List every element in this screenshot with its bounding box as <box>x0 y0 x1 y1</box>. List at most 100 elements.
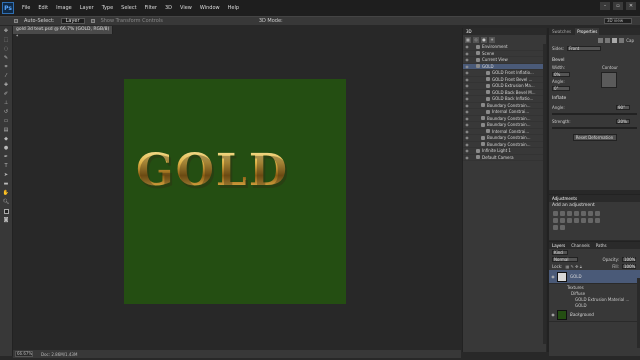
strength-field[interactable]: 20% <box>616 118 630 124</box>
tab-properties[interactable]: Properties <box>575 28 600 35</box>
type-tool-icon[interactable]: T <box>2 162 11 170</box>
marquee-tool-icon[interactable]: ⬚ <box>2 36 11 44</box>
cap-mode-icon[interactable] <box>612 37 618 43</box>
quick-select-tool-icon[interactable]: ✎ <box>2 54 11 62</box>
visibility-eye-icon[interactable]: ◉ <box>463 64 471 69</box>
lock-icons[interactable]: ▦ ✎ ✥ 🔒︎ <box>565 264 581 269</box>
color-swatches-icon[interactable] <box>2 207 11 215</box>
visibility-eye-icon[interactable]: ◉ <box>549 312 557 317</box>
visibility-eye-icon[interactable]: ◉ <box>463 90 471 95</box>
visibility-eye-icon[interactable]: ◉ <box>463 57 471 62</box>
menu-image[interactable]: Image <box>56 5 72 11</box>
menu-3d[interactable]: 3D <box>165 5 172 11</box>
invert-icon[interactable] <box>581 218 586 223</box>
layer-background[interactable]: ◉ Background <box>549 308 640 322</box>
tab-channels[interactable]: Channels <box>571 242 590 249</box>
brightness-icon[interactable] <box>553 211 558 216</box>
visibility-eye-icon[interactable]: ◉ <box>463 116 471 121</box>
layer-gold-name[interactable]: GOLD <box>570 274 582 279</box>
selective-color-icon[interactable] <box>560 225 565 230</box>
mesh-filter-icon[interactable]: ◇ <box>473 36 479 43</box>
menu-edit[interactable]: Edit <box>38 5 48 11</box>
width-field[interactable]: 0% <box>552 72 570 77</box>
black-white-icon[interactable] <box>553 218 558 223</box>
menu-window[interactable]: Window <box>200 5 220 11</box>
visibility-eye-icon[interactable]: ◉ <box>463 148 471 153</box>
sides-dropdown[interactable]: Front <box>567 46 602 51</box>
visibility-eye-icon[interactable]: ◉ <box>463 129 471 134</box>
visibility-eye-icon[interactable]: ◉ <box>463 96 471 101</box>
move-tool-icon[interactable]: ✥ <box>2 27 11 35</box>
deform-mode-icon[interactable] <box>605 37 611 43</box>
curves-icon[interactable] <box>567 211 572 216</box>
shape-tool-icon[interactable]: ▬ <box>2 180 11 188</box>
menu-select[interactable]: Select <box>121 5 136 11</box>
contour-preview[interactable] <box>601 71 617 88</box>
visibility-eye-icon[interactable]: ◉ <box>463 109 471 114</box>
zoom-tool-icon[interactable]: 🔍︎ <box>2 198 11 206</box>
visibility-eye-icon[interactable]: ◉ <box>463 77 471 82</box>
visibility-eye-icon[interactable]: ◉ <box>463 70 471 75</box>
auto-select-dropdown[interactable]: Layer <box>60 18 85 24</box>
tab-swatches[interactable]: Swatches <box>552 28 571 35</box>
quick-mask-icon[interactable]: ◙ <box>2 216 11 224</box>
show-transform-checkbox[interactable] <box>90 19 95 23</box>
layer-gold[interactable]: ◉ GOLD <box>549 270 640 284</box>
color-lookup-icon[interactable] <box>574 218 579 223</box>
layer-kind-filter[interactable]: Kind <box>552 250 568 255</box>
visibility-eye-icon[interactable]: ◉ <box>549 274 557 279</box>
menu-layer[interactable]: Layer <box>80 5 94 11</box>
blur-tool-icon[interactable]: ◆ <box>2 135 11 143</box>
visibility-eye-icon[interactable]: ◉ <box>463 155 471 160</box>
posterize-icon[interactable] <box>588 218 593 223</box>
gradient-tool-icon[interactable]: ▤ <box>2 126 11 134</box>
visibility-eye-icon[interactable]: ◉ <box>463 142 471 147</box>
document-tab[interactable]: gold 3d text.psd @ 66.7% (GOLD, RGB/8) * <box>13 26 113 40</box>
color-balance-icon[interactable] <box>595 211 600 216</box>
visibility-eye-icon[interactable]: ◉ <box>463 135 471 140</box>
light-filter-icon[interactable]: ☀ <box>489 36 495 43</box>
material-filter-icon[interactable]: ● <box>481 36 487 43</box>
visibility-eye-icon[interactable]: ◉ <box>463 44 471 49</box>
channel-mixer-icon[interactable] <box>567 218 572 223</box>
zoom-level[interactable]: 66.67% <box>15 351 33 357</box>
blend-mode-dropdown[interactable]: Normal <box>552 257 578 262</box>
canvas[interactable]: GOLD <box>124 79 346 304</box>
workspace-selector[interactable]: 3D view <box>604 18 632 24</box>
coordinates-mode-icon[interactable] <box>619 37 625 43</box>
close-button[interactable]: ✕ <box>626 2 636 10</box>
brush-tool-icon[interactable]: ✐ <box>2 90 11 98</box>
path-select-tool-icon[interactable]: ➤ <box>2 171 11 179</box>
mesh-mode-icon[interactable] <box>598 37 604 43</box>
reset-deformation-button[interactable]: Reset Deformation <box>572 134 617 141</box>
scene-tree-row[interactable]: ◉ Default Camera <box>463 155 546 161</box>
levels-icon[interactable] <box>560 211 565 216</box>
opacity-field[interactable]: 100% <box>622 257 636 262</box>
hand-tool-icon[interactable]: ✋ <box>2 189 11 197</box>
3d-panel-scrollbar[interactable] <box>543 44 546 344</box>
tab-layers[interactable]: Layers <box>552 242 565 249</box>
crop-tool-icon[interactable]: ⌗ <box>2 63 11 71</box>
visibility-eye-icon[interactable]: ◉ <box>463 103 471 108</box>
lasso-tool-icon[interactable]: ◌ <box>2 45 11 53</box>
layer-background-name[interactable]: Background <box>570 312 594 317</box>
scene-filter-icon[interactable]: ▦ <box>465 36 471 43</box>
visibility-eye-icon[interactable]: ◉ <box>463 51 471 56</box>
adjustments-title[interactable]: Adjustments <box>552 195 577 202</box>
stamp-tool-icon[interactable]: ⊥ <box>2 99 11 107</box>
strength-slider[interactable] <box>552 127 637 129</box>
visibility-eye-icon[interactable]: ◉ <box>463 83 471 88</box>
inflate-angle-field[interactable]: 90° <box>616 104 630 110</box>
minimize-button[interactable]: – <box>600 2 610 10</box>
menu-view[interactable]: View <box>180 5 192 11</box>
menu-filter[interactable]: Filter <box>145 5 157 11</box>
exposure-icon[interactable] <box>574 211 579 216</box>
auto-select-checkbox[interactable] <box>14 19 18 23</box>
hue-saturation-icon[interactable] <box>588 211 593 216</box>
dodge-tool-icon[interactable]: ● <box>2 144 11 152</box>
vibrance-icon[interactable] <box>581 211 586 216</box>
threshold-icon[interactable] <box>595 218 600 223</box>
eyedropper-tool-icon[interactable]: ⁄ <box>2 72 11 80</box>
eraser-tool-icon[interactable]: ▭ <box>2 117 11 125</box>
menu-file[interactable]: File <box>22 5 30 11</box>
